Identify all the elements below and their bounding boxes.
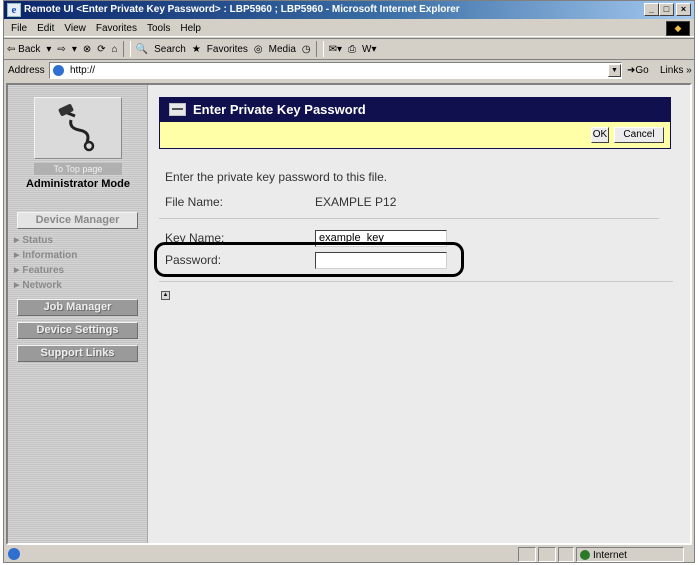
favorites-button[interactable]: Favorites — [204, 39, 251, 60]
menu-edit[interactable]: Edit — [32, 20, 59, 37]
title-bar: e Remote UI <Enter Private Key Password>… — [4, 1, 694, 19]
links-button[interactable]: Links » — [660, 61, 692, 81]
back-to-top-icon[interactable]: ▲ — [161, 291, 170, 300]
print-icon[interactable]: ⎙ — [345, 39, 359, 60]
key-card-icon — [169, 103, 186, 116]
page-title: Enter Private Key Password — [193, 102, 366, 117]
media-icon[interactable]: ◎ — [251, 39, 266, 60]
sidebar-item-label: Features — [22, 265, 65, 276]
status-cell — [538, 547, 556, 562]
favorites-icon[interactable]: ★ — [189, 39, 204, 60]
instruction-text: Enter the private key password to this f… — [165, 170, 388, 184]
main-content: Enter Private Key Password OK Cancel Ent… — [149, 85, 690, 543]
stop-icon[interactable]: ⊗ — [80, 39, 94, 60]
menu-help[interactable]: Help — [175, 20, 206, 37]
page-icon — [53, 65, 64, 76]
password-highlight-callout — [154, 242, 464, 277]
internet-globe-icon — [580, 550, 590, 560]
ie-icon: e — [7, 3, 21, 17]
triangle-icon: ▶ — [14, 282, 20, 289]
device-manager-button[interactable]: Device Manager — [17, 212, 138, 229]
connector-icon — [58, 104, 95, 152]
dialog-header: Enter Private Key Password — [159, 97, 671, 122]
sidebar-item-information[interactable]: ▶ Information — [14, 250, 77, 261]
cancel-button[interactable]: Cancel — [614, 127, 664, 143]
menu-view[interactable]: View — [59, 20, 91, 37]
address-bar: Address http:// ▼ ➜Go Links » — [4, 61, 694, 81]
sidebar-item-status[interactable]: ▶ Status — [14, 235, 53, 246]
menu-favorites[interactable]: Favorites — [91, 20, 142, 37]
menu-tools[interactable]: Tools — [142, 20, 175, 37]
page-viewport: To Top page Administrator Mode Device Ma… — [6, 83, 692, 545]
menu-bar: File Edit View Favorites Tools Help ◆ — [4, 20, 694, 37]
divider — [159, 281, 673, 282]
forward-dropdown-icon[interactable]: ▾ — [69, 39, 80, 60]
forward-button[interactable]: ⇨ — [54, 39, 68, 60]
address-dropdown-button[interactable]: ▼ — [608, 64, 621, 77]
search-icon[interactable]: 🔍 — [133, 39, 151, 60]
back-dropdown-icon[interactable]: ▾ — [43, 39, 54, 60]
refresh-icon[interactable]: ⟳ — [94, 39, 108, 60]
ok-button[interactable]: OK — [591, 127, 609, 143]
mail-icon[interactable]: ✉▾ — [326, 39, 345, 60]
status-bar: Internet — [4, 547, 694, 563]
media-button[interactable]: Media — [266, 39, 299, 60]
sidebar-item-features[interactable]: ▶ Features — [14, 265, 64, 276]
job-manager-button[interactable]: Job Manager — [17, 299, 138, 316]
maximize-button[interactable]: □ — [659, 3, 674, 16]
triangle-icon: ▶ — [14, 237, 20, 244]
sidebar-item-label: Network — [22, 280, 62, 291]
go-label: Go — [635, 65, 649, 76]
remote-ui-logo — [34, 97, 122, 159]
status-cell — [518, 547, 536, 562]
zone-label: Internet — [593, 550, 627, 561]
dialog-button-bar: OK Cancel — [159, 122, 671, 149]
support-links-button[interactable]: Support Links — [17, 345, 138, 362]
minimize-button[interactable]: _ — [644, 3, 659, 16]
admin-mode-label: Administrator Mode — [26, 178, 130, 190]
sidebar: To Top page Administrator Mode Device Ma… — [8, 85, 148, 543]
security-zone: Internet — [576, 547, 684, 562]
divider — [159, 218, 659, 219]
status-cell — [558, 547, 574, 562]
window-title: Remote UI <Enter Private Key Password> :… — [24, 4, 460, 15]
address-input[interactable]: http:// — [49, 62, 622, 79]
sidebar-item-network[interactable]: ▶ Network — [14, 280, 62, 291]
file-name-label: File Name: — [165, 195, 224, 209]
top-page-link[interactable]: To Top page — [34, 163, 122, 175]
triangle-icon: ▶ — [14, 252, 20, 259]
search-button[interactable]: Search — [151, 39, 189, 60]
toolbar: ⇦ Back ▾ ⇨ ▾ ⊗ ⟳ ⌂ 🔍 Search ★ Favorites ◎ Media ◷ ✉▾ ⎙ W… — [4, 38, 694, 60]
page-status-icon — [8, 548, 20, 560]
go-button[interactable]: ➜Go — [627, 61, 649, 81]
edit-icon[interactable]: W▾ — [359, 39, 379, 60]
address-url: http:// — [70, 65, 96, 76]
back-button[interactable]: ⇦ Back — [4, 39, 43, 60]
sidebar-item-label: Status — [22, 235, 53, 246]
close-button[interactable]: × — [676, 3, 691, 16]
home-icon[interactable]: ⌂ — [109, 39, 121, 60]
file-name-value: EXAMPLE P12 — [315, 195, 397, 209]
sidebar-item-label: Information — [22, 250, 78, 261]
address-label: Address — [8, 65, 45, 76]
browser-window: e Remote UI <Enter Private Key Password>… — [3, 0, 695, 563]
history-icon[interactable]: ◷ — [299, 39, 314, 60]
windows-logo-icon: ◆ — [666, 21, 690, 36]
triangle-icon: ▶ — [14, 267, 20, 274]
device-settings-button[interactable]: Device Settings — [17, 322, 138, 339]
menu-file[interactable]: File — [4, 20, 32, 37]
